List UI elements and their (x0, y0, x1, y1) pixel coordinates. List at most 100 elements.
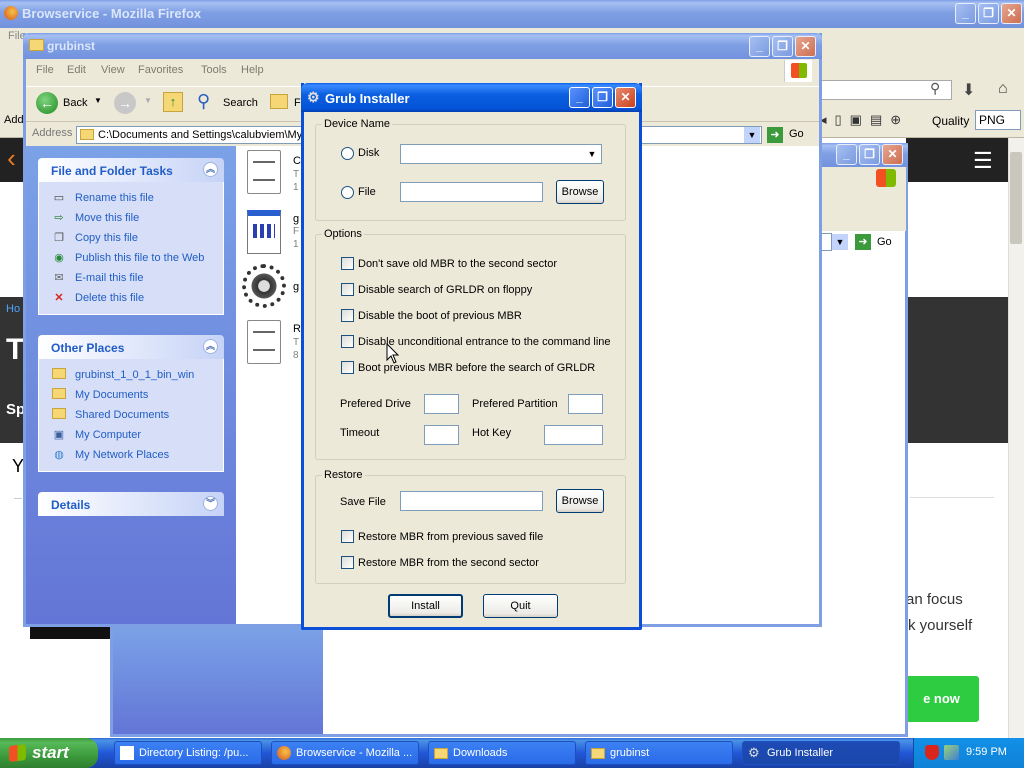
folders-icon[interactable] (270, 94, 288, 109)
explorer-maximize-button[interactable]: ❐ (772, 36, 793, 57)
firefox-scrollbar[interactable] (1008, 138, 1024, 738)
firefox-search-icon[interactable]: ⚲ (930, 80, 940, 97)
save-file-input[interactable] (400, 491, 543, 511)
restore-checkbox-1[interactable] (341, 556, 354, 569)
prefered-partition-input[interactable] (568, 394, 603, 414)
task-directory-listing[interactable]: Directory Listing: /pu... (114, 741, 262, 765)
grub-close-button[interactable]: ✕ (615, 87, 636, 108)
task-browservice-firefox[interactable]: Browservice - Mozilla ... (271, 741, 419, 765)
page-breadcrumb-fragment[interactable]: Ho (6, 303, 20, 315)
quit-button[interactable]: Quit (483, 594, 558, 618)
prefered-drive-label: Prefered Drive (340, 398, 411, 410)
grub-maximize-button[interactable]: ❐ (592, 87, 613, 108)
timeout-input[interactable] (424, 425, 459, 445)
win2-close-button[interactable]: ✕ (882, 144, 903, 165)
task-grubinst[interactable]: grubinst (585, 741, 733, 765)
search-button-label[interactable]: Search (223, 97, 258, 109)
place-grubinst-folder[interactable]: grubinst_1_0_1_bin_win (51, 365, 223, 385)
explorer-minimize-button[interactable]: _ (749, 36, 770, 57)
restore-checkbox-0[interactable] (341, 530, 354, 543)
win2-go-label[interactable]: Go (877, 236, 892, 248)
browse-save-file-button[interactable]: Browse (556, 489, 604, 513)
chevron-down-icon[interactable]: ▼ (584, 146, 600, 162)
file-name[interactable]: R (293, 323, 301, 335)
file-input[interactable] (400, 182, 543, 202)
win2-address-dropdown-icon[interactable]: ▼ (832, 234, 848, 250)
page-orange-arrow[interactable]: ‹ (0, 138, 23, 182)
option-checkbox-3[interactable] (341, 335, 354, 348)
task-move-file[interactable]: ⇨ Move this file (51, 208, 223, 228)
firefox-minimize-button[interactable]: _ (955, 3, 976, 24)
application-window-icon[interactable] (247, 210, 281, 254)
explorer-menu-file[interactable]: File (36, 64, 54, 76)
prefered-drive-input[interactable] (424, 394, 459, 414)
go-arrow-icon[interactable]: ➜ (767, 127, 783, 143)
place-my-documents[interactable]: My Documents (51, 385, 223, 405)
explorer-menu-help[interactable]: Help (241, 64, 264, 76)
back-arrow-icon[interactable]: ← (36, 92, 58, 114)
file-folder-tasks-header[interactable]: File and Folder Tasks ︽ (38, 158, 224, 182)
explorer-menu-edit[interactable]: Edit (67, 64, 86, 76)
home-icon[interactable]: ⌂ (998, 80, 1008, 98)
forward-arrow-icon[interactable]: → (114, 92, 136, 114)
network-status-icon[interactable] (944, 745, 959, 760)
text-file-icon[interactable] (247, 150, 281, 194)
text-file-icon[interactable] (247, 320, 281, 364)
start-button[interactable]: start (0, 738, 98, 768)
explorer-menu-favorites[interactable]: Favorites (138, 64, 183, 76)
go-button-label[interactable]: Go (789, 128, 804, 140)
back-dropdown-icon[interactable]: ▼ (94, 96, 102, 105)
disk-radio[interactable] (341, 147, 354, 160)
file-name[interactable]: g (293, 213, 299, 225)
back-button-label[interactable]: Back (63, 97, 87, 109)
install-button[interactable]: Install (388, 594, 463, 618)
folders-button-label[interactable]: F (294, 97, 301, 109)
collapse-chevron-icon[interactable]: ︽ (203, 339, 218, 354)
taskbar-clock[interactable]: 9:59 PM (966, 746, 1007, 758)
explorer-menu-tools[interactable]: Tools (201, 64, 227, 76)
firefox-close-button[interactable]: ✕ (1001, 3, 1022, 24)
place-shared-documents[interactable]: Shared Documents (51, 405, 223, 425)
file-name[interactable]: C (293, 155, 301, 167)
explorer-menu-view[interactable]: View (101, 64, 125, 76)
forward-dropdown-icon[interactable]: ▼ (144, 96, 152, 105)
grub-minimize-button[interactable]: _ (569, 87, 590, 108)
file-radio[interactable] (341, 186, 354, 199)
download-arrow-icon[interactable]: ⬇ (962, 80, 975, 100)
option-checkbox-4[interactable] (341, 361, 354, 374)
firefox-maximize-button[interactable]: ❐ (978, 3, 999, 24)
address-dropdown-icon[interactable]: ▼ (744, 127, 760, 143)
disk-select[interactable]: ▼ (400, 144, 602, 164)
up-folder-icon[interactable]: ↑ (163, 92, 183, 112)
other-places-header[interactable]: Other Places ︽ (38, 335, 224, 359)
page-green-cta-button[interactable]: e now (904, 676, 979, 722)
task-delete-file[interactable]: ✕ Delete this file (51, 288, 223, 308)
expand-chevron-icon[interactable]: ︾ (203, 496, 218, 511)
task-rename-file[interactable]: ▭ Rename this file (51, 188, 223, 208)
details-header[interactable]: Details ︾ (38, 492, 224, 516)
task-publish-web[interactable]: ◉ Publish this file to the Web (51, 248, 223, 268)
hamburger-menu-icon[interactable]: ☰ (973, 148, 993, 174)
file-name[interactable]: g (293, 281, 299, 293)
place-my-network[interactable]: ◍ My Network Places (51, 445, 223, 465)
win2-go-icon[interactable]: ➜ (855, 234, 871, 250)
quality-select[interactable]: PNG (975, 110, 1021, 130)
task-downloads[interactable]: Downloads (428, 741, 576, 765)
collapse-chevron-icon[interactable]: ︽ (203, 162, 218, 177)
gear-executable-icon[interactable] (242, 264, 286, 308)
option-checkbox-0[interactable] (341, 257, 354, 270)
place-my-computer[interactable]: ▣ My Computer (51, 425, 223, 445)
search-icon[interactable]: ⚲ (197, 91, 210, 112)
win2-minimize-button[interactable]: _ (836, 144, 857, 165)
scrollbar-thumb[interactable] (1010, 152, 1022, 244)
win2-maximize-button[interactable]: ❐ (859, 144, 880, 165)
hotkey-input[interactable] (544, 425, 603, 445)
security-shield-icon[interactable] (925, 745, 939, 760)
option-checkbox-1[interactable] (341, 283, 354, 296)
task-copy-file[interactable]: ❐ Copy this file (51, 228, 223, 248)
option-checkbox-2[interactable] (341, 309, 354, 322)
browse-device-button[interactable]: Browse (556, 180, 604, 204)
task-email-file[interactable]: ✉ E-mail this file (51, 268, 223, 288)
explorer-close-button[interactable]: ✕ (795, 36, 816, 57)
task-grub-installer[interactable]: ⚙ Grub Installer (742, 741, 900, 765)
